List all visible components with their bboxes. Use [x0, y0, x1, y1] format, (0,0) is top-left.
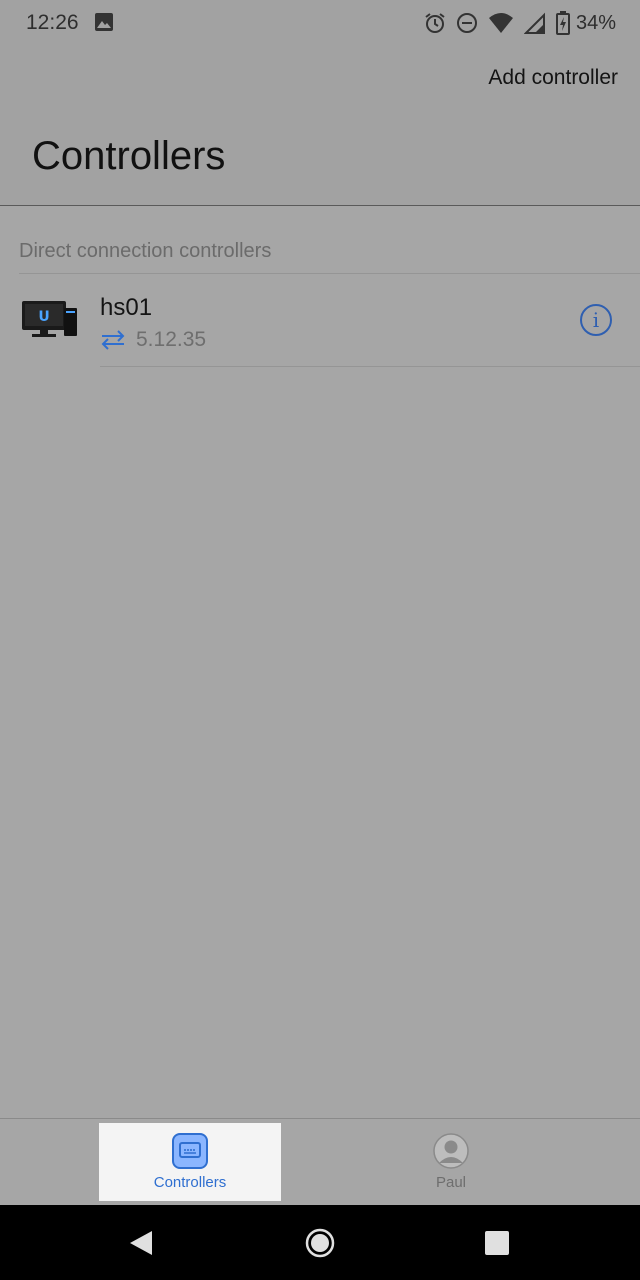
sync-arrows-icon — [101, 330, 125, 350]
controller-list-item[interactable]: U hs01 5.12.35 i — [0, 274, 640, 367]
do-not-disturb-icon — [456, 13, 477, 33]
tab-profile[interactable]: Paul — [360, 1123, 542, 1201]
tab-label: Paul — [435, 1174, 467, 1191]
info-button[interactable]: i — [580, 304, 612, 336]
status-icons: 34% — [414, 9, 616, 37]
controller-name: hs01 — [100, 294, 153, 321]
monitor-icon — [179, 1142, 201, 1158]
info-icon: i — [592, 308, 600, 332]
app-header: Add controller Controllers — [0, 46, 640, 206]
back-icon[interactable] — [128, 1230, 154, 1256]
recents-icon[interactable] — [484, 1230, 510, 1256]
wifi-icon — [488, 13, 513, 33]
controller-version: 5.12.35 — [136, 328, 207, 351]
controller-meta: 5.12.35 — [100, 328, 206, 352]
home-icon[interactable] — [305, 1228, 335, 1258]
battery-percent: 34% — [575, 11, 616, 34]
image-notification-icon — [95, 13, 113, 31]
controller-device-icon: U — [22, 301, 77, 337]
page-title: Controllers — [32, 134, 226, 178]
controllers-tab-icon — [172, 1133, 208, 1169]
battery-charging-icon — [555, 11, 570, 35]
bottom-nav: Controllers Paul — [0, 1118, 640, 1205]
divider — [100, 366, 640, 367]
signal-icon — [523, 12, 545, 34]
tab-label: Controllers — [153, 1174, 227, 1191]
add-controller-button[interactable]: Add controller — [488, 66, 618, 90]
svg-text:U: U — [38, 309, 49, 325]
section-title: Direct connection controllers — [19, 240, 272, 262]
system-nav-bar — [0, 1205, 640, 1280]
status-time: 12:26 — [26, 11, 79, 34]
avatar-icon — [433, 1133, 469, 1169]
status-bar: 12:26 34% — [0, 0, 640, 46]
tab-controllers[interactable]: Controllers — [99, 1123, 281, 1201]
alarm-icon — [425, 13, 445, 33]
